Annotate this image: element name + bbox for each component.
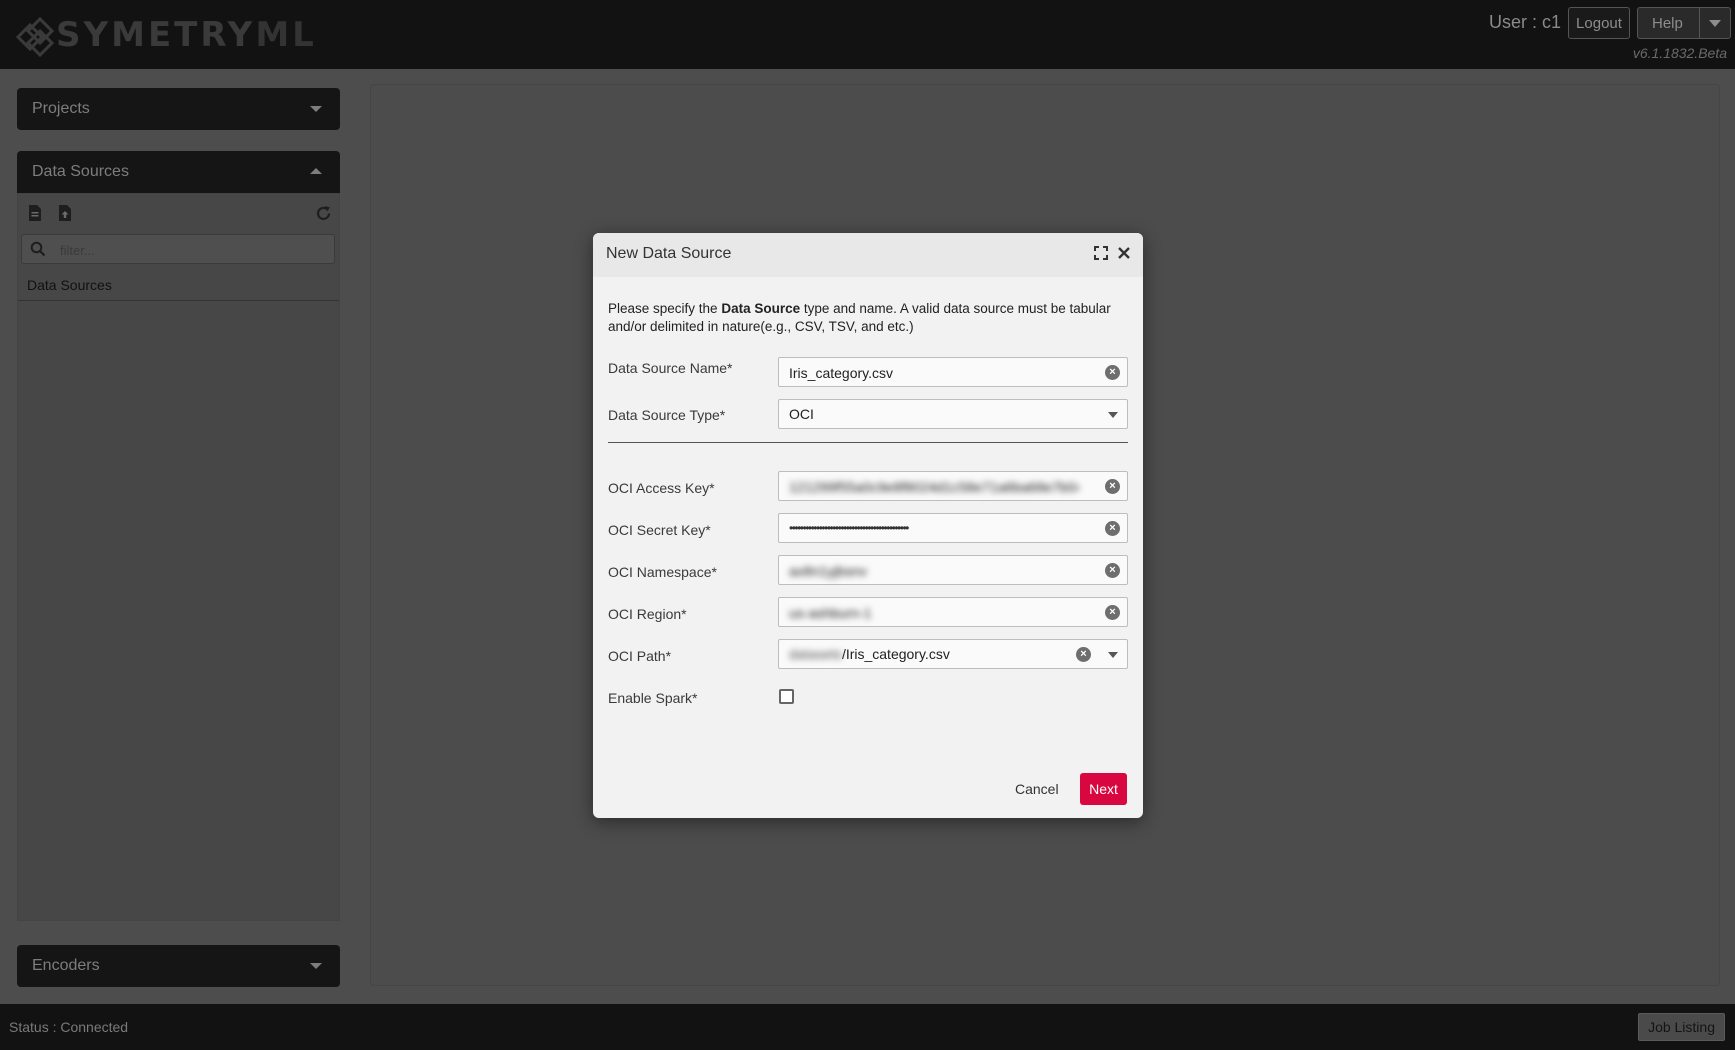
cancel-button[interactable]: Cancel [1011, 775, 1063, 803]
oci-secret-key-input[interactable]: ••••••••••••••••••••••••••••••••••••••••… [789, 521, 909, 535]
filter-field[interactable] [21, 234, 335, 264]
search-icon [30, 241, 46, 257]
logo-text-ml: ML [255, 15, 317, 55]
app-logo: SYMETRYML [15, 14, 317, 58]
clear-icon[interactable]: × [1105, 521, 1120, 536]
help-divider [1699, 8, 1700, 38]
oci-namespace-label: OCI Namespace* [608, 564, 717, 580]
datasource-type-label: Data Source Type* [608, 407, 726, 423]
chevron-up-icon [310, 168, 322, 174]
oci-namespace-field[interactable]: × [778, 555, 1128, 585]
clear-icon[interactable]: × [1105, 365, 1120, 380]
chevron-down-icon [310, 963, 322, 969]
clear-icon[interactable]: × [1105, 605, 1120, 620]
maximize-icon[interactable] [1094, 246, 1108, 260]
intro-prefix: Please specify the [608, 301, 722, 316]
datasources-panel-header[interactable]: Data Sources [17, 151, 340, 193]
upload-file-icon[interactable] [58, 205, 72, 222]
oci-region-field[interactable]: × [778, 597, 1128, 627]
dialog-title: New Data Source [606, 245, 732, 262]
oci-region-input[interactable] [789, 603, 1079, 623]
oci-path-label: OCI Path* [608, 648, 672, 664]
oci-path-bucket: datasets [789, 646, 842, 662]
encoders-label: Encoders [32, 957, 100, 974]
oci-secret-key-field[interactable]: ••••••••••••••••••••••••••••••••••••••••… [778, 513, 1128, 543]
chevron-down-icon[interactable] [1108, 412, 1118, 418]
datasource-name-label: Data Source Name* [608, 360, 733, 376]
help-dropdown-icon[interactable] [1709, 20, 1721, 27]
encoders-panel-header[interactable]: Encoders [17, 945, 340, 987]
clear-icon[interactable]: × [1105, 479, 1120, 494]
refresh-icon[interactable] [315, 205, 332, 222]
logo-mark-icon [15, 16, 55, 58]
job-listing-button[interactable]: Job Listing [1638, 1013, 1725, 1041]
logo-text: SYMETRYML [56, 15, 317, 55]
oci-path-file: /Iris_category.csv [841, 646, 950, 662]
clear-icon[interactable]: × [1105, 563, 1120, 578]
oci-access-key-field[interactable]: × [778, 471, 1128, 501]
datasource-type-value: OCI [789, 406, 814, 422]
datasources-toolbar [18, 194, 339, 230]
next-button[interactable]: Next [1080, 773, 1127, 805]
connection-status: Status : Connected [9, 1019, 129, 1035]
user-label: User : c1 [1488, 12, 1561, 32]
datasources-panel: Data Sources [17, 193, 340, 921]
oci-region-label: OCI Region* [608, 606, 687, 622]
dialog-header: New Data Source [593, 233, 1143, 277]
datasource-name-field[interactable]: × [778, 357, 1128, 387]
logout-button[interactable]: Logout [1568, 7, 1630, 39]
new-datasource-dialog: New Data Source Please specify the Data … [593, 233, 1143, 818]
projects-label: Projects [32, 100, 90, 117]
oci-access-key-input[interactable] [789, 477, 1079, 497]
datasources-label: Data Sources [32, 163, 129, 180]
oci-secret-key-label: OCI Secret Key* [608, 522, 711, 538]
dialog-instructions: Please specify the Data Source type and … [608, 300, 1128, 336]
tree-root-datasources[interactable]: Data Sources [18, 271, 339, 301]
datasource-name-input[interactable] [789, 363, 1079, 383]
chevron-down-icon[interactable] [1108, 652, 1118, 658]
app-version: v6.1.1832.Beta [1632, 45, 1727, 61]
enable-spark-label: Enable Spark* [608, 690, 698, 706]
status-bar: Status : Connected Job Listing [0, 1004, 1735, 1050]
oci-path-combobox[interactable]: datasets/Iris_category.csv × [778, 639, 1128, 669]
intro-bold: Data Source [721, 301, 801, 316]
filter-input[interactable] [58, 239, 322, 261]
help-label: Help [1652, 14, 1683, 32]
oci-access-key-label: OCI Access Key* [608, 480, 715, 496]
enable-spark-checkbox[interactable] [779, 689, 794, 704]
datasource-type-select[interactable]: OCI [778, 399, 1128, 429]
clear-icon[interactable]: × [1076, 647, 1091, 662]
projects-panel-header[interactable]: Projects [17, 88, 340, 130]
new-file-icon[interactable] [28, 205, 42, 222]
oci-path-value[interactable]: datasets/Iris_category.csv [789, 646, 950, 662]
close-icon[interactable] [1117, 246, 1131, 260]
top-header: SYMETRYML User : c1 Logout Help v6.1.183… [0, 0, 1735, 69]
chevron-down-icon [310, 106, 322, 112]
oci-namespace-input[interactable] [789, 561, 1079, 581]
help-button[interactable]: Help [1637, 7, 1731, 39]
section-divider [608, 442, 1128, 443]
